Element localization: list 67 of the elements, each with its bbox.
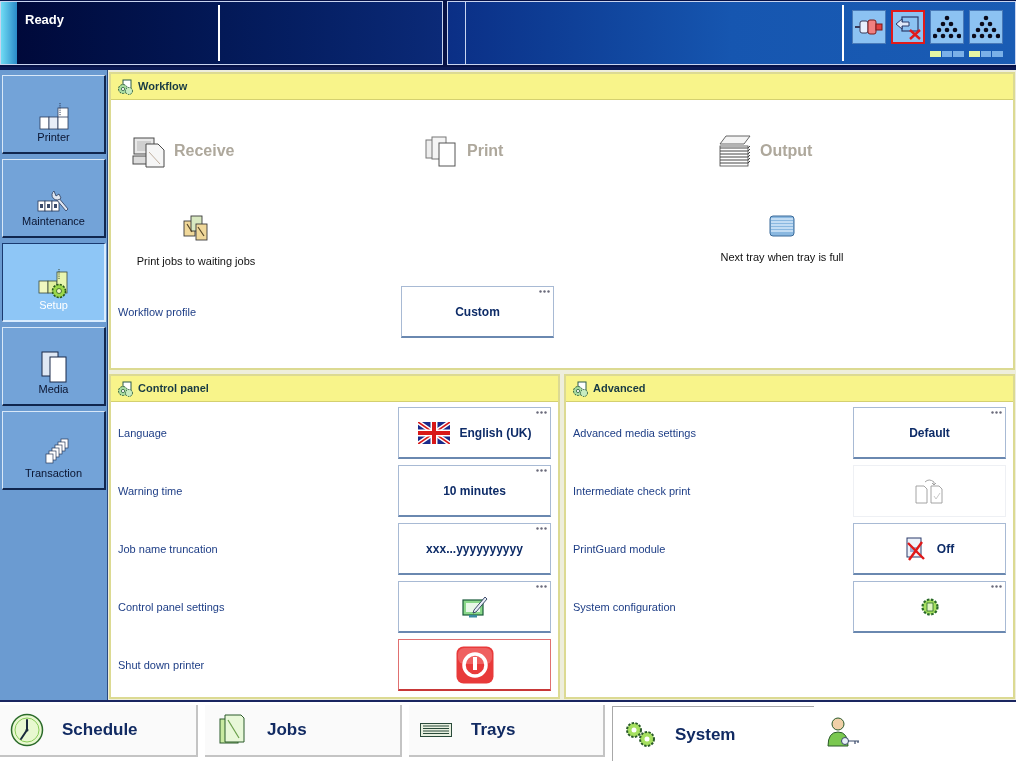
- setting-label: Control panel settings: [117, 599, 226, 615]
- workflow-step: Output: [760, 139, 813, 163]
- setting-label: Advanced media settings: [572, 425, 697, 441]
- workflow-setting: Next tray when tray is full: [720, 250, 844, 265]
- setting-button[interactable]: [398, 581, 551, 633]
- documents-icon: [183, 215, 209, 241]
- nav-tab[interactable]: System: [612, 706, 814, 761]
- setting-button[interactable]: xxx...yyyyyyyyyy: [398, 523, 551, 575]
- computer-document-icon: [132, 134, 166, 168]
- panel-title: Workflow: [138, 79, 188, 95]
- setting-button[interactable]: English (UK): [398, 407, 551, 459]
- workflow-step: Print: [467, 139, 504, 163]
- setting-label: Workflow profile: [117, 304, 198, 320]
- user-login-button[interactable]: [826, 715, 860, 749]
- nav-tab[interactable]: Schedule: [0, 705, 198, 757]
- setting-label: Warning time: [117, 483, 184, 499]
- dots-pyramid-icon: [933, 14, 961, 40]
- setting-button[interactable]: [398, 639, 551, 691]
- uk-flag-icon: [417, 421, 450, 444]
- status-text: Ready: [25, 12, 65, 27]
- workflow-setting: Print jobs to waiting jobs: [136, 254, 256, 269]
- document-icon: [219, 714, 245, 746]
- panel-title: Advanced: [593, 381, 646, 397]
- setting-button[interactable]: 10 minutes: [398, 465, 551, 517]
- accent-stripe: [1, 2, 17, 64]
- device-status-button[interactable]: [969, 10, 1003, 44]
- printer-modules-icon: [38, 103, 69, 131]
- modules-gear-icon: [37, 269, 70, 299]
- setting-label: PrintGuard module: [572, 541, 667, 557]
- tray-lines-icon: [420, 723, 452, 737]
- workflow-step: Receive: [174, 139, 235, 163]
- gear-document-icon: [572, 380, 589, 397]
- setting-button[interactable]: [853, 581, 1006, 633]
- sheets-icon: [38, 351, 69, 383]
- sidebar-item[interactable]: Printer: [2, 75, 106, 154]
- device-status-button[interactable]: [852, 10, 886, 44]
- setting-label: Job name truncation: [117, 541, 219, 557]
- dots-pyramid-icon: [972, 14, 1000, 40]
- setting-label: Intermediate check print: [572, 483, 692, 499]
- pages-icon: [425, 134, 459, 168]
- pages-check-icon: [914, 478, 945, 504]
- tray-icon: [769, 215, 795, 237]
- device-status-button[interactable]: [930, 10, 964, 44]
- sidebar-item[interactable]: Media: [2, 327, 106, 406]
- setting-label: Language: [117, 425, 168, 441]
- tray-arrow-icon: [894, 14, 922, 40]
- gear-document-icon: [117, 78, 134, 95]
- nav-tab[interactable]: Trays: [409, 705, 605, 757]
- setting-button[interactable]: Off: [853, 523, 1006, 575]
- person-key-icon: [826, 715, 860, 749]
- setting-label: System configuration: [572, 599, 677, 615]
- power-icon: [455, 645, 494, 684]
- clock-icon: [10, 713, 44, 747]
- paper-stack-icon: [718, 134, 752, 168]
- gear-document-icon: [117, 380, 134, 397]
- sidebar-item[interactable]: Transaction: [2, 411, 106, 490]
- setting-button[interactable]: Custom: [401, 286, 554, 338]
- setting-button[interactable]: Default: [853, 407, 1006, 459]
- gears-icon: [623, 720, 657, 748]
- sidebar-item[interactable]: Maintenance: [2, 159, 106, 238]
- nav-tab[interactable]: Jobs: [205, 705, 402, 757]
- document-cross-icon: [904, 536, 927, 561]
- device-status-button[interactable]: [891, 10, 925, 44]
- panel-title: Control panel: [138, 381, 209, 397]
- setting-label: Shut down printer: [117, 657, 206, 673]
- plug-icon: [855, 18, 883, 36]
- monitor-pencil-icon: [461, 594, 488, 619]
